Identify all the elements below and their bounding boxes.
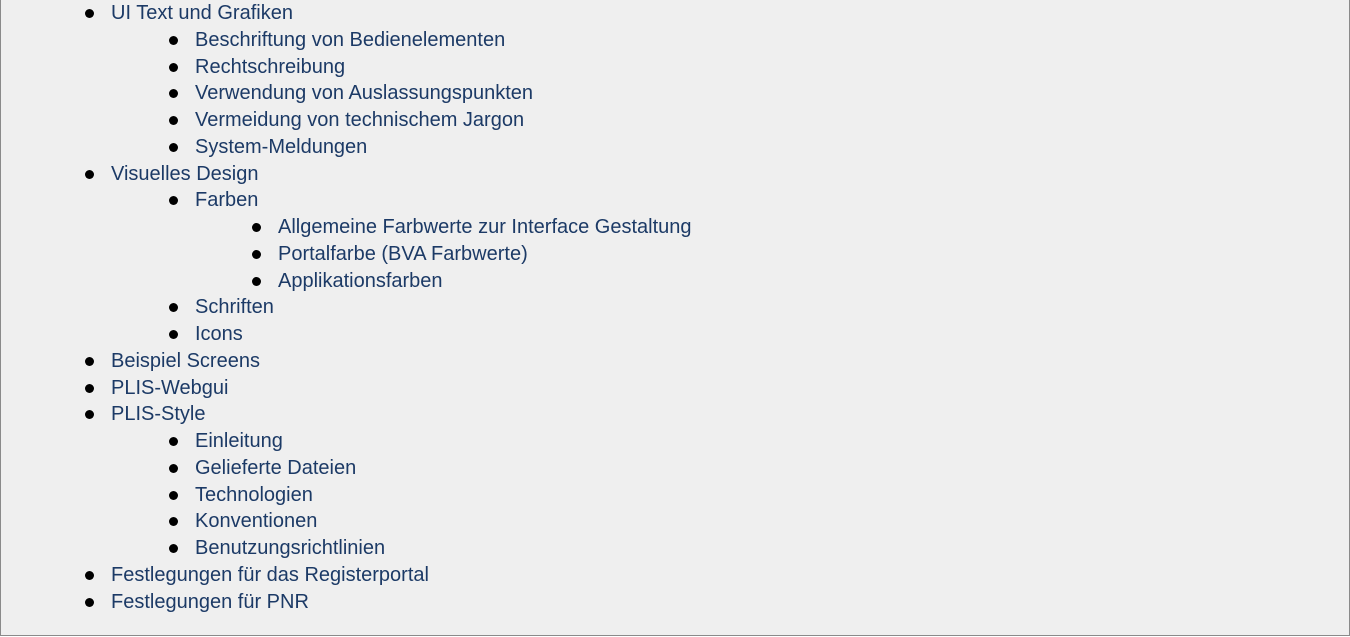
toc-link[interactable]: Festlegungen für PNR bbox=[111, 589, 309, 616]
bullet-icon bbox=[85, 597, 94, 607]
toc-link[interactable]: Benutzungsrichtlinien bbox=[195, 535, 385, 562]
toc-link[interactable]: Konventionen bbox=[195, 508, 317, 535]
bullet-icon bbox=[85, 169, 94, 179]
toc-link[interactable]: Farben bbox=[195, 187, 258, 214]
bullet-icon bbox=[252, 223, 261, 232]
bullet-icon bbox=[252, 249, 261, 259]
toc-link[interactable]: Technologien bbox=[195, 482, 313, 509]
toc-link[interactable]: Beschriftung von Bedienelementen bbox=[195, 27, 505, 54]
bullet-icon bbox=[252, 276, 261, 286]
bullet-icon bbox=[169, 116, 178, 125]
toc-link[interactable]: Visuelles Design bbox=[111, 161, 259, 188]
toc-link[interactable]: Gelieferte Dateien bbox=[195, 455, 356, 482]
toc-link[interactable]: System-Meldungen bbox=[195, 134, 367, 161]
toc-link[interactable]: Applikationsfarben bbox=[278, 268, 443, 295]
toc-link[interactable]: Rechtschreibung bbox=[195, 54, 345, 81]
bullet-icon bbox=[169, 330, 178, 339]
bullet-icon bbox=[169, 35, 178, 45]
bullet-icon bbox=[169, 196, 178, 206]
bullet-icon bbox=[169, 544, 178, 553]
toc-link[interactable]: Einleitung bbox=[195, 428, 283, 455]
toc-link[interactable]: UI Text und Grafiken bbox=[111, 0, 293, 27]
bullet-icon bbox=[169, 490, 178, 500]
toc-panel: UI Text und Grafiken Beschriftung von Be… bbox=[0, 0, 1350, 636]
bullet-icon bbox=[85, 9, 94, 18]
bullet-icon bbox=[85, 356, 94, 366]
toc-link[interactable]: Portalfarbe (BVA Farbwerte) bbox=[278, 241, 528, 268]
toc-link[interactable]: Vermeidung von technischem Jargon bbox=[195, 107, 524, 134]
bullet-icon bbox=[169, 142, 178, 152]
bullet-icon bbox=[169, 89, 178, 99]
toc-link[interactable]: Schriften bbox=[195, 294, 274, 321]
bullet-icon bbox=[169, 463, 178, 473]
toc-link[interactable]: Festlegungen für das Registerportal bbox=[111, 562, 429, 589]
toc-link[interactable]: PLIS-Style bbox=[111, 401, 205, 428]
toc-link[interactable]: Beispiel Screens bbox=[111, 348, 260, 375]
toc-link[interactable]: Verwendung von Auslassungspunkten bbox=[195, 80, 533, 107]
bullet-icon bbox=[85, 570, 94, 580]
bullet-icon bbox=[85, 383, 94, 393]
bullet-icon bbox=[169, 437, 178, 446]
toc-link[interactable]: Icons bbox=[195, 321, 243, 348]
toc-link[interactable]: Allgemeine Farbwerte zur Interface Gesta… bbox=[278, 214, 692, 241]
bullet-icon bbox=[169, 517, 178, 527]
toc-link[interactable]: PLIS-Webgui bbox=[111, 375, 228, 402]
bullet-icon bbox=[169, 62, 178, 72]
bullet-icon bbox=[85, 410, 94, 420]
bullet-icon bbox=[169, 303, 178, 313]
